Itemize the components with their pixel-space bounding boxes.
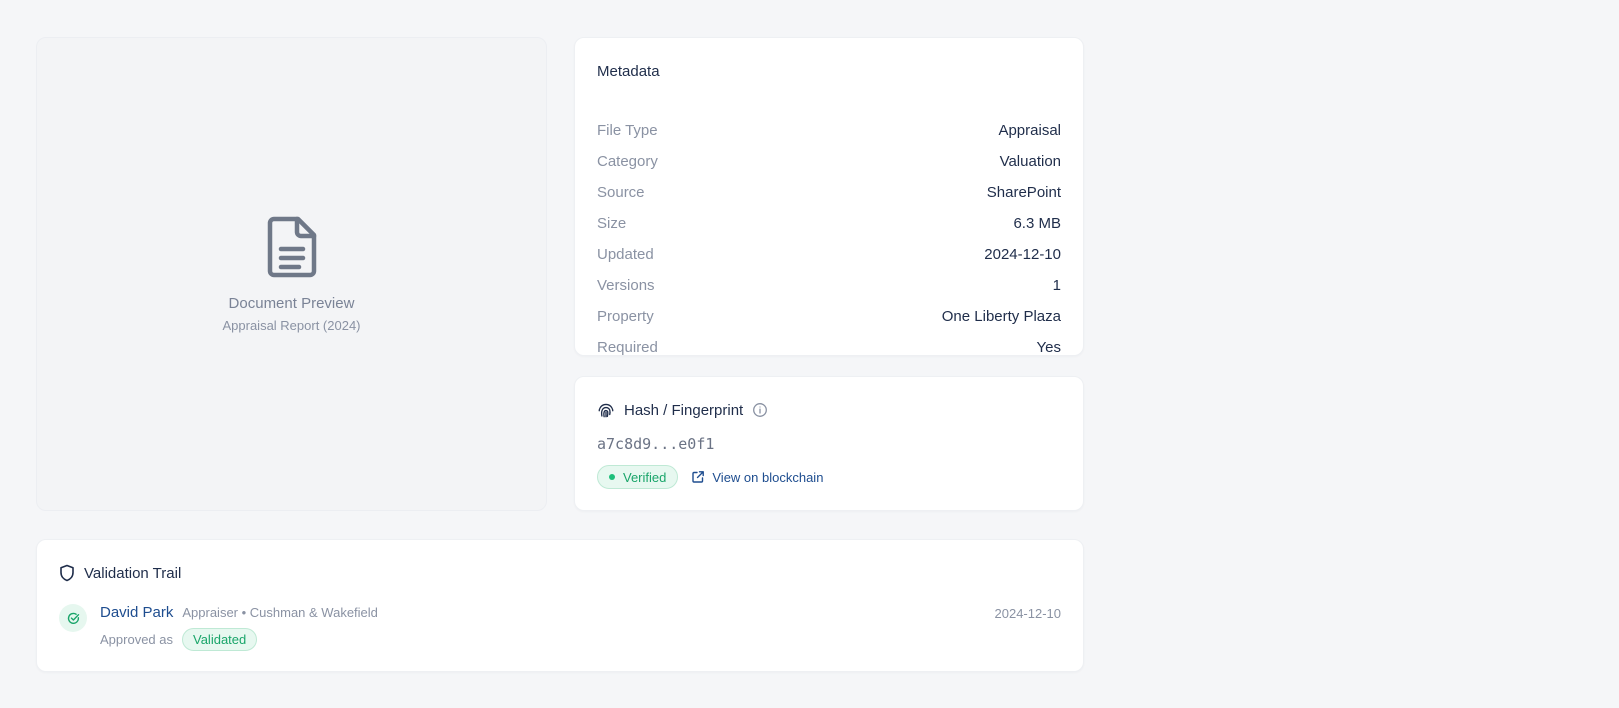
preview-title: Document Preview <box>228 295 355 312</box>
verified-badge: Verified <box>597 465 679 489</box>
hash-header: Hash / Fingerprint <box>597 398 768 422</box>
verified-label: Verified <box>623 469 667 485</box>
trail-entry-header: David Park Appraiser • Cushman & Wakefie… <box>100 604 378 621</box>
metadata-row-size: Size 6.3 MB <box>597 208 1061 239</box>
metadata-value: SharePoint <box>986 184 1061 201</box>
validated-badge: Validated <box>182 628 258 651</box>
view-on-blockchain-label[interactable]: View on blockchain <box>712 470 823 485</box>
hash-card: Hash / Fingerprint a7c8d9...e0f1 Verifie… <box>574 376 1084 511</box>
metadata-value: Yes <box>1036 339 1061 356</box>
metadata-row-required: Required Yes <box>597 332 1061 363</box>
metadata-value: 1 <box>1052 277 1061 294</box>
metadata-row-property: Property One Liberty Plaza <box>597 301 1061 332</box>
metadata-card: Metadata File Type Appraisal Category Va… <box>574 37 1084 356</box>
metadata-key: Category <box>597 153 658 170</box>
metadata-row-updated: Updated 2024-12-10 <box>597 239 1061 270</box>
metadata-value: 2024-12-10 <box>984 246 1061 263</box>
metadata-key: Updated <box>597 246 654 263</box>
metadata-value: One Liberty Plaza <box>941 308 1061 325</box>
validation-date: 2024-12-10 <box>994 606 1062 621</box>
shield-icon <box>60 564 74 582</box>
validation-trail-header: Validation Trail <box>59 560 181 586</box>
trail-entry-status: Approved as Validated <box>100 628 258 651</box>
hash-title: Hash / Fingerprint <box>624 401 744 419</box>
metadata-key: Required <box>597 339 658 356</box>
validator-role: Appraiser • Cushman & Wakefield <box>182 605 378 620</box>
validation-trail-title: Validation Trail <box>84 564 182 582</box>
metadata-value: Valuation <box>999 153 1061 170</box>
validation-trail-card: Validation Trail David Park Appraiser • … <box>36 539 1084 672</box>
metadata-value: 6.3 MB <box>1013 215 1061 232</box>
approved-as-label: Approved as <box>100 632 173 647</box>
metadata-title: Metadata <box>597 63 660 80</box>
document-preview-panel: Document Preview Appraisal Report (2024) <box>36 37 547 511</box>
view-on-blockchain-link[interactable]: View on blockchain <box>691 470 823 485</box>
metadata-row-source: Source SharePoint <box>597 177 1061 208</box>
external-link-icon <box>692 471 705 483</box>
document-icon <box>267 216 316 278</box>
metadata-row-file-type: File Type Appraisal <box>597 115 1061 146</box>
metadata-row-versions: Versions 1 <box>597 270 1061 301</box>
hash-value: a7c8d9...e0f1 <box>597 435 715 453</box>
validator-name[interactable]: David Park <box>100 604 173 621</box>
trail-entry: David Park Appraiser • Cushman & Wakefie… <box>59 604 1061 654</box>
metadata-key: Source <box>597 184 645 201</box>
metadata-key: Size <box>597 215 627 232</box>
metadata-row-category: Category Valuation <box>597 146 1061 177</box>
metadata-list: File Type Appraisal Category Valuation S… <box>597 122 1061 379</box>
document-preview-placeholder: Document Preview Appraisal Report (2024) <box>37 216 546 333</box>
approved-check-icon <box>59 604 87 632</box>
preview-subtitle: Appraisal Report (2024) <box>222 318 361 333</box>
hash-actions: Verified View on blockchain <box>597 465 823 489</box>
metadata-key: Property <box>597 308 654 325</box>
metadata-value: Appraisal <box>998 122 1061 139</box>
status-dot <box>609 474 615 480</box>
metadata-key: Versions <box>597 277 655 294</box>
fingerprint-icon <box>598 403 614 418</box>
info-icon[interactable] <box>752 402 768 418</box>
metadata-key: File Type <box>597 122 658 139</box>
